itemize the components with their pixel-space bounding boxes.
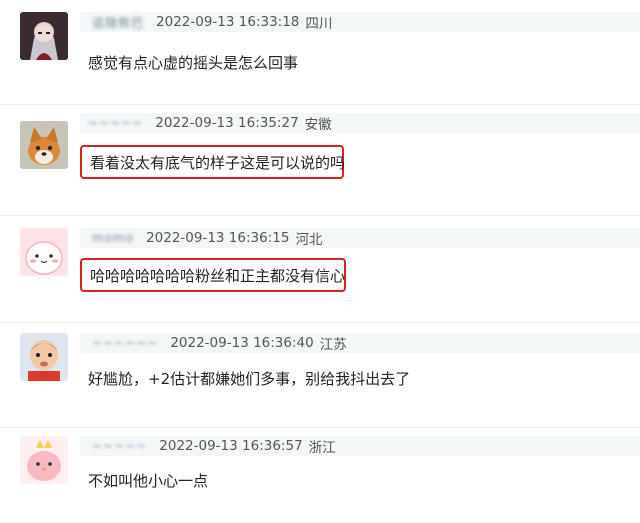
comment-text-highlighted: 哈哈哈哈哈哈哈粉丝和正主都没有信心 [80, 258, 346, 292]
timestamp: 2022-09-13 16:36:40 [170, 335, 314, 351]
comment-text: 感觉有点心虚的摇头是怎么回事 [88, 54, 299, 72]
comment-item: ~~~~~ 2022-09-13 16:36:57 浙江 不如叫他小心一点 [0, 427, 640, 523]
comment-item: ~~~~~ 2022-09-13 16:35:27 安徽 看着没太有底气的样子这… [0, 104, 640, 215]
comment-item: 追随熊巴 2022-09-13 16:33:18 四川 感觉有点心虚的摇头是怎么… [0, 0, 640, 104]
avatar[interactable] [20, 333, 68, 381]
username[interactable]: 追随熊巴 [92, 14, 144, 31]
timestamp: 2022-09-13 16:36:57 [159, 438, 303, 454]
username[interactable]: ~~~~~ [88, 116, 143, 130]
comment-text: 不如叫他小心一点 [88, 472, 209, 490]
comment-list: 追随熊巴 2022-09-13 16:33:18 四川 感觉有点心虚的摇头是怎么… [0, 0, 640, 523]
comment-meta: ~~~~~ 2022-09-13 16:35:27 安徽 [80, 113, 640, 133]
pink-chick-avatar-icon [20, 436, 68, 484]
comment-meta: ~~~~~ 2022-09-13 16:36:57 浙江 [80, 436, 640, 456]
avatar[interactable] [20, 228, 68, 276]
username[interactable]: momo [92, 231, 134, 245]
comment-item: ~~~~~~ 2022-09-13 16:36:40 江苏 好尴尬，+2估计都嫌… [0, 322, 640, 427]
location: 四川 [305, 16, 333, 32]
comment-meta: ~~~~~~ 2022-09-13 16:36:40 江苏 [80, 333, 640, 353]
pink-blob-avatar-icon [20, 228, 68, 276]
timestamp: 2022-09-13 16:36:15 [146, 230, 290, 246]
avatar[interactable] [20, 12, 68, 60]
location: 浙江 [308, 440, 336, 456]
comment-meta: 追随熊巴 2022-09-13 16:33:18 四川 [80, 12, 640, 32]
timestamp: 2022-09-13 16:33:18 [156, 14, 300, 30]
location: 江苏 [319, 337, 347, 353]
username[interactable]: ~~~~~~ [92, 336, 158, 350]
location: 安徽 [304, 117, 332, 133]
avatar[interactable] [20, 436, 68, 484]
avatar[interactable] [20, 121, 68, 169]
comment-item: momo 2022-09-13 16:36:15 河北 哈哈哈哈哈哈哈粉丝和正主… [0, 215, 640, 322]
comment-meta: momo 2022-09-13 16:36:15 河北 [80, 228, 640, 248]
location: 河北 [295, 232, 323, 248]
shiba-dog-avatar-icon [20, 121, 68, 169]
comment-text: 好尴尬，+2估计都嫌她们多事，别给我抖出去了 [88, 370, 411, 388]
timestamp: 2022-09-13 16:35:27 [155, 115, 299, 131]
baby-avatar-icon [20, 333, 68, 381]
anime-girl-avatar-icon [20, 12, 68, 60]
comment-text-highlighted: 看着没太有底气的样子这是可以说的吗 [80, 145, 345, 179]
username[interactable]: ~~~~~ [92, 439, 147, 453]
